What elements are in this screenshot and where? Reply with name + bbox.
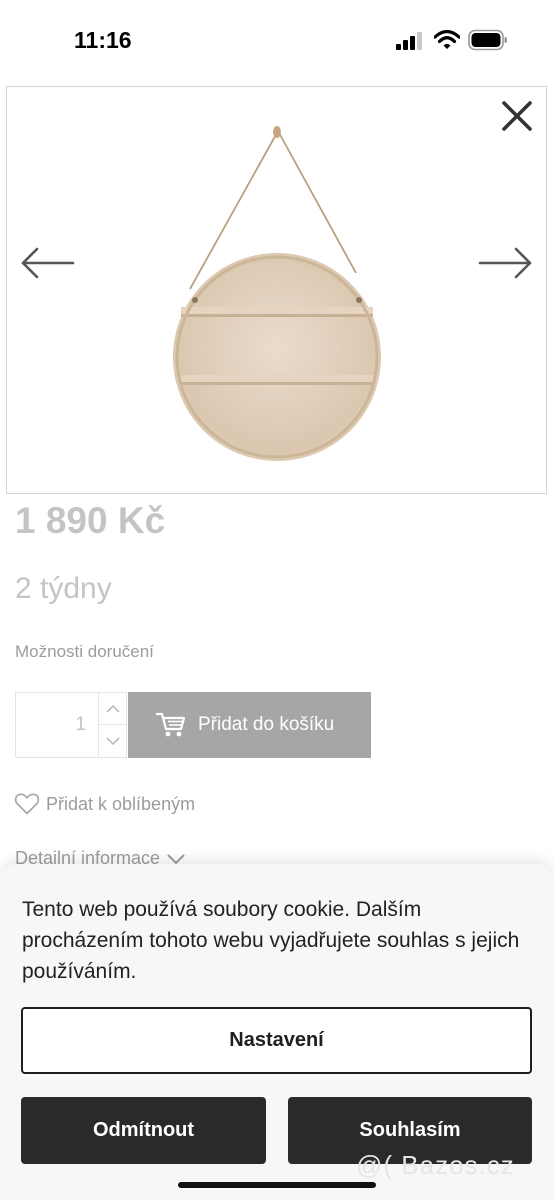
cookie-consent-text: Tento web používá soubory cookie. Dalším… <box>22 898 520 983</box>
signal-icon <box>396 32 422 50</box>
cookie-reject-button[interactable]: Odmítnout <box>21 1097 266 1164</box>
product-price: 1 890 Kč <box>15 500 166 541</box>
status-time: 11:16 <box>74 27 132 53</box>
chevron-down-icon <box>167 853 185 864</box>
cookie-settings-button[interactable]: Nastavení <box>21 1007 532 1074</box>
add-to-cart-label: Přidat do košíku <box>198 714 335 735</box>
chevron-up-icon <box>105 704 120 713</box>
heart-icon <box>14 793 40 815</box>
status-bar: 11:16 <box>0 0 554 84</box>
close-icon[interactable] <box>500 99 534 133</box>
page: 11:16 1 890 Kč 2 týdny Možnosti doručení… <box>0 0 554 1200</box>
delivery-time: 2 týdny <box>15 572 112 605</box>
add-to-favorites-link[interactable]: Přidat k oblíbeným <box>14 792 195 816</box>
quantity-stepper: 1 <box>15 692 127 758</box>
quantity-stepper-controls <box>98 693 126 757</box>
product-image <box>173 126 381 461</box>
arrow-left-icon[interactable] <box>19 245 75 281</box>
home-indicator[interactable] <box>178 1182 376 1188</box>
wifi-icon <box>434 29 460 49</box>
add-to-cart-button[interactable]: Přidat do košíku <box>128 692 371 758</box>
quantity-input[interactable]: 1 <box>16 693 100 757</box>
battery-icon <box>468 29 507 51</box>
arrow-right-icon[interactable] <box>478 245 534 281</box>
cart-icon <box>156 712 186 737</box>
product-gallery <box>6 86 547 494</box>
delivery-options-link[interactable]: Možnosti doručení <box>15 642 154 662</box>
quantity-increase-button[interactable] <box>99 693 126 725</box>
chevron-down-icon <box>105 736 120 745</box>
add-to-favorites-label: Přidat k oblíbeným <box>46 793 196 814</box>
quantity-decrease-button[interactable] <box>99 725 126 757</box>
watermark: @( Bazos.cz <box>356 1150 515 1180</box>
